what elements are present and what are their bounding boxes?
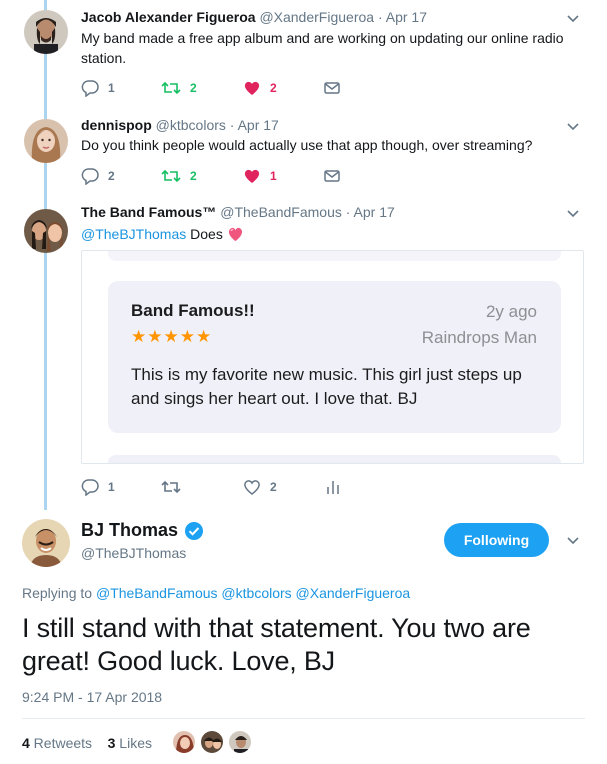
main-author-name[interactable]: BJ Thomas bbox=[81, 520, 204, 541]
like-count: 2 bbox=[270, 480, 277, 494]
retweets-stat[interactable]: 4 Retweets bbox=[22, 735, 92, 751]
author-name[interactable]: Jacob Alexander Figueroa bbox=[81, 9, 256, 25]
reply-count: 1 bbox=[108, 480, 115, 494]
replying-to: Replying to @TheBandFamous @ktbcolors @X… bbox=[22, 585, 410, 601]
review-card-edge bbox=[108, 251, 561, 261]
following-button[interactable]: Following bbox=[444, 523, 549, 557]
retweet-button[interactable]: 2 bbox=[161, 78, 197, 98]
like-button[interactable]: 2 bbox=[243, 477, 277, 497]
reply-button[interactable]: 2 bbox=[81, 166, 115, 186]
author-name[interactable]: dennispop bbox=[81, 117, 152, 133]
like-button[interactable]: 1 bbox=[243, 166, 277, 186]
retweet-count: 2 bbox=[190, 169, 197, 183]
heart-filled-icon bbox=[244, 81, 260, 95]
main-author-handle[interactable]: @TheBJThomas bbox=[81, 545, 186, 561]
separator-dot: · bbox=[377, 9, 383, 25]
review-age: 2y ago bbox=[485, 302, 537, 321]
tweet-header: Jacob Alexander Figueroa @XanderFigueroa… bbox=[81, 9, 427, 25]
retweet-button[interactable]: 2 bbox=[161, 166, 197, 186]
direct-message-button[interactable] bbox=[323, 166, 350, 186]
author-handle[interactable]: @TheBandFamous bbox=[220, 204, 342, 220]
tweet-text: @TheBJThomas Does bbox=[81, 224, 581, 244]
tweet-text: Do you think people would actually use t… bbox=[81, 137, 533, 153]
heart-emoji-icon bbox=[228, 227, 242, 242]
app-review-card: Band Famous!! 2y ago ★★★★★ Raindrops Man… bbox=[108, 281, 561, 433]
author-name[interactable]: The Band Famous™ bbox=[81, 204, 216, 220]
tweet-date[interactable]: Apr 17 bbox=[386, 9, 427, 25]
avatar[interactable] bbox=[172, 730, 196, 754]
main-tweet-text: I still stand with that statement. You t… bbox=[22, 613, 531, 676]
reply-tweet-1[interactable]: Jacob Alexander Figueroa @XanderFigueroa… bbox=[0, 0, 607, 105]
heart-filled-icon bbox=[244, 169, 260, 183]
chevron-down-icon[interactable] bbox=[566, 120, 580, 134]
retweets-label: Retweets bbox=[29, 735, 93, 751]
author-handle[interactable]: @ktbcolors bbox=[156, 117, 226, 133]
separator-dot: · bbox=[345, 204, 351, 220]
heart-outline-icon bbox=[244, 480, 260, 495]
envelope-icon bbox=[324, 170, 340, 182]
tweet-date[interactable]: Apr 17 bbox=[238, 117, 279, 133]
avatar[interactable] bbox=[24, 10, 68, 54]
retweet-icon bbox=[161, 480, 181, 494]
review-card-edge bbox=[108, 455, 561, 463]
review-body: This is my favorite new music. This girl… bbox=[131, 365, 522, 408]
embedded-image-card[interactable]: Band Famous!! 2y ago ★★★★★ Raindrops Man… bbox=[81, 250, 584, 464]
like-count: 2 bbox=[270, 81, 277, 95]
retweet-button[interactable] bbox=[161, 477, 190, 497]
reply-tweet-3[interactable]: The Band Famous™ @TheBandFamous · Apr 17… bbox=[0, 195, 607, 505]
reply-tweet-2[interactable]: dennispop @ktbcolors · Apr 17 Do you thi… bbox=[0, 105, 607, 195]
main-author-name-text[interactable]: BJ Thomas bbox=[81, 520, 178, 541]
tweet-header: dennispop @ktbcolors · Apr 17 bbox=[81, 117, 279, 133]
direct-message-button[interactable] bbox=[323, 78, 350, 98]
retweets-count: 4 bbox=[22, 735, 30, 751]
chevron-down-icon[interactable] bbox=[566, 12, 580, 26]
tweet-header: The Band Famous™ @TheBandFamous · Apr 17 bbox=[81, 204, 395, 220]
likes-stat[interactable]: 3 Likes bbox=[108, 735, 152, 751]
replying-to-prefix: Replying to bbox=[22, 585, 96, 601]
likes-label: Likes bbox=[115, 735, 152, 751]
tweet-date[interactable]: Apr 17 bbox=[354, 204, 395, 220]
verified-badge-icon bbox=[185, 521, 204, 540]
review-stars-icon: ★★★★★ bbox=[131, 327, 213, 346]
replying-to-mentions[interactable]: @TheBandFamous @ktbcolors @XanderFiguero… bbox=[96, 585, 410, 601]
avatar[interactable] bbox=[22, 519, 70, 567]
mention-link[interactable]: @TheBJThomas bbox=[81, 226, 186, 242]
tweet-actions: 2 2 1 bbox=[81, 166, 381, 186]
avatar[interactable] bbox=[24, 119, 68, 163]
reply-icon bbox=[81, 168, 99, 185]
reply-count: 2 bbox=[108, 169, 115, 183]
avatar[interactable] bbox=[228, 730, 252, 754]
divider bbox=[22, 718, 585, 719]
separator-dot: · bbox=[229, 117, 235, 133]
retweet-icon bbox=[161, 169, 181, 183]
reply-icon bbox=[81, 80, 99, 97]
tweet-text-body: Does bbox=[186, 226, 227, 242]
reply-count: 1 bbox=[108, 81, 115, 95]
chevron-down-icon[interactable] bbox=[566, 207, 580, 221]
envelope-icon bbox=[324, 82, 340, 94]
chevron-down-icon[interactable] bbox=[566, 534, 580, 548]
reply-button[interactable]: 1 bbox=[81, 78, 115, 98]
like-count: 1 bbox=[270, 169, 277, 183]
tweet-actions: 1 2 2 bbox=[81, 78, 381, 98]
retweet-icon bbox=[161, 81, 181, 95]
retweet-count: 2 bbox=[190, 81, 197, 95]
avatar[interactable] bbox=[200, 730, 224, 754]
review-author: Raindrops Man bbox=[421, 328, 537, 347]
tweet-timestamp[interactable]: 9:24 PM - 17 Apr 2018 bbox=[22, 689, 162, 705]
reply-button[interactable]: 1 bbox=[81, 477, 115, 497]
review-title: Band Famous!! bbox=[131, 301, 255, 320]
analytics-icon bbox=[327, 481, 339, 494]
tweet-actions: 1 2 bbox=[81, 477, 381, 497]
engagement-stats: 4 Retweets 3 Likes bbox=[22, 735, 152, 751]
tweet-text: My band made a free app album and are wo… bbox=[81, 30, 564, 66]
like-button[interactable]: 2 bbox=[243, 78, 277, 98]
analytics-button[interactable] bbox=[325, 477, 350, 497]
reply-icon bbox=[81, 479, 99, 496]
author-handle[interactable]: @XanderFigueroa bbox=[259, 9, 374, 25]
avatar[interactable] bbox=[24, 209, 68, 253]
